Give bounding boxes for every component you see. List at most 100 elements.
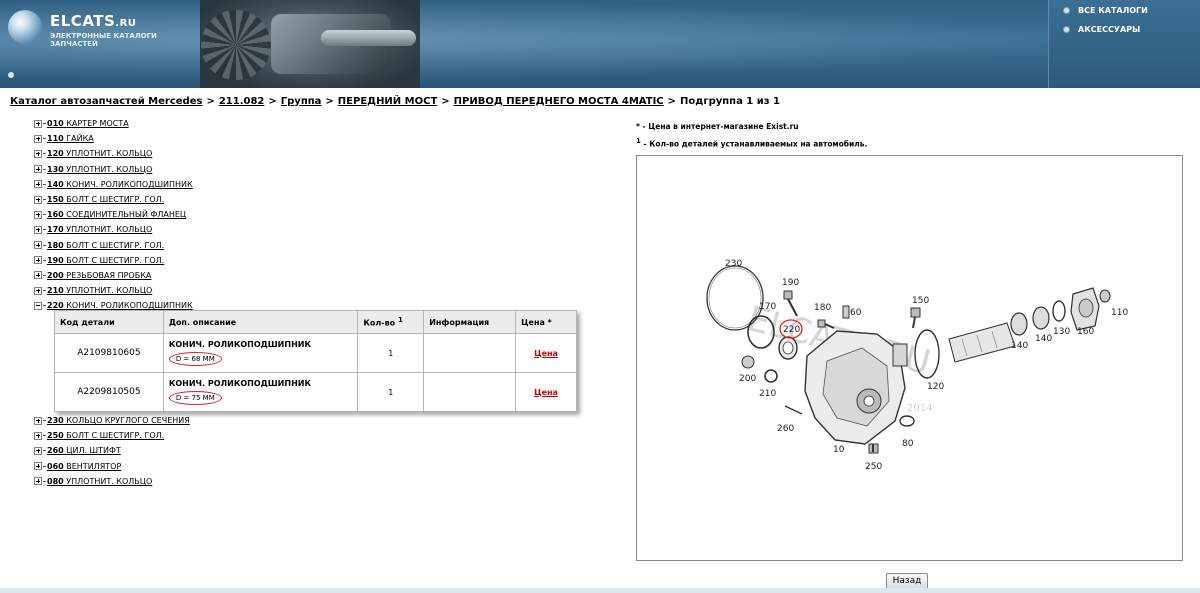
expand-icon[interactable] [34,225,42,234]
callout-180: 180 [814,303,831,313]
part-code: A2209810505 [54,372,164,412]
tree-item-250[interactable]: 250 БОЛТ С ШЕСТИГР. ГОЛ. [34,428,594,443]
tree-connector-icon [43,153,46,155]
engine-pipe-graphic [321,30,416,46]
price-link[interactable]: Цена [534,349,558,358]
callout-170: 170 [759,302,776,312]
tree-item-link[interactable]: 260 ЦИЛ. ШТИФТ [47,446,121,455]
tree-item-190[interactable]: 190 БОЛТ С ШЕСТИГР. ГОЛ. [34,253,594,268]
tree-item-010[interactable]: 010 КАРТЕР МОСТА [34,116,594,131]
tree-item-130[interactable]: 130 УПЛОТНИТ. КОЛЬЦО [34,162,594,177]
table-row: A2109810605 КОНИЧ. РОЛИКОПОДШИПНИК D = 6… [54,333,577,373]
expand-icon[interactable] [34,180,42,189]
expand-icon[interactable] [34,271,42,280]
tree-item-170[interactable]: 170 УПЛОТНИТ. КОЛЬЦО [34,222,594,237]
tree-item-link[interactable]: 190 БОЛТ С ШЕСТИГР. ГОЛ. [47,256,164,265]
bearing-140 [1032,306,1050,330]
bullet-icon [1063,7,1070,14]
expand-icon[interactable] [34,210,42,219]
tree-connector-icon [43,199,46,201]
tree-item-230[interactable]: 230 КОЛЬЦО КРУГЛОГО СЕЧЕНИЯ [34,413,594,428]
breadcrumb-front-axle[interactable]: ПЕРЕДНИЙ МОСТ [338,96,437,107]
tree-item-link[interactable]: 080 УПЛОТНИТ. КОЛЬЦО [47,477,152,486]
expand-icon[interactable] [34,286,42,295]
part-description: КОНИЧ. РОЛИКОПОДШИПНИК D = 75 MM [162,372,359,412]
bearing-140 [1010,312,1028,336]
collapse-icon[interactable] [34,301,42,310]
tree-item-210[interactable]: 210 УПЛОТНИТ. КОЛЬЦО [34,283,594,298]
tree-item-link[interactable]: 140 КОНИЧ. РОЛИКОПОДШИПНИК [47,180,193,189]
tree-item-link[interactable]: 250 БОЛТ С ШЕСТИГР. ГОЛ. [47,431,164,440]
tree-item-link[interactable]: 180 БОЛТ С ШЕСТИГР. ГОЛ. [47,241,164,250]
part-description: КОНИЧ. РОЛИКОПОДШИПНИК D = 68 MM [162,333,359,373]
breadcrumb-separator: > [667,96,677,107]
part-price-cell: Цена [515,333,577,373]
callout-10: 10 [833,445,845,455]
expand-icon[interactable] [34,165,42,174]
pinion-shaft [948,322,1016,363]
nav-all-catalogs[interactable]: ВСЕ КАТАЛОГИ [1063,6,1148,15]
tree-item-link[interactable]: 110 ГАЙКА [47,134,94,143]
nav-all-catalogs-label: ВСЕ КАТАЛОГИ [1078,6,1148,15]
tree-connector-icon [43,435,46,437]
price-link[interactable]: Цена [534,388,558,397]
col-header-info: Информация [423,310,517,334]
tree-item-180[interactable]: 180 БОЛТ С ШЕСТИГР. ГОЛ. [34,238,594,253]
tree-item-120[interactable]: 120 УПЛОТНИТ. КОЛЬЦО [34,146,594,161]
breadcrumb-4matic-drive[interactable]: ПРИВОД ПЕРЕДНЕГО МОСТА 4MATIC [454,96,664,107]
tree-item-110[interactable]: 110 ГАЙКА [34,131,594,146]
nut-110 [1099,289,1111,303]
vent-60 [842,305,850,319]
tree-item-link[interactable]: 200 РЕЗЬБОВАЯ ПРОБКА [47,271,151,280]
tree-item-150[interactable]: 150 БОЛТ С ШЕСТИГР. ГОЛ. [34,192,594,207]
tree-connector-icon [43,305,46,307]
expand-icon[interactable] [34,195,42,204]
tree-item-link[interactable]: 130 УПЛОТНИТ. КОЛЬЦО [47,165,152,174]
part-info [423,372,517,412]
expand-icon[interactable] [34,462,42,471]
tree-item-080[interactable]: 080 УПЛОТНИТ. КОЛЬЦО [34,474,594,489]
expand-icon[interactable] [34,416,42,425]
breadcrumb-model[interactable]: 211.082 [219,96,265,107]
tree-item-link[interactable]: 220 КОНИЧ. РОЛИКОПОДШИПНИК [47,301,193,310]
tree-item-140[interactable]: 140 КОНИЧ. РОЛИКОПОДШИПНИК [34,177,594,192]
expand-icon[interactable] [34,119,42,128]
pin-260 [784,405,803,415]
callout-210: 210 [759,389,776,399]
tree-connector-icon [43,259,46,261]
tree-item-link[interactable]: 060 ВЕНТИЛЯТОР [47,462,121,471]
tree-item-link[interactable]: 170 УПЛОТНИТ. КОЛЬЦО [47,225,152,234]
tree-connector-icon [43,244,46,246]
tree-item-link[interactable]: 230 КОЛЬЦО КРУГЛОГО СЕЧЕНИЯ [47,416,190,425]
tree-item-260[interactable]: 260 ЦИЛ. ШТИФТ [34,443,594,458]
tree-connector-icon [43,420,46,422]
expand-icon[interactable] [34,149,42,158]
bolt-150 [910,307,921,318]
col-header-qty: Кол-во 1 [357,310,425,334]
expand-icon[interactable] [34,446,42,455]
tree-connector-icon [43,465,46,467]
expand-icon[interactable] [34,256,42,265]
part-qty: 1 [357,333,425,373]
expand-icon[interactable] [34,241,42,250]
expand-icon[interactable] [34,431,42,440]
tree-item-link[interactable]: 150 БОЛТ С ШЕСТИГР. ГОЛ. [47,195,164,204]
callout-200: 200 [739,374,756,384]
tree-item-200[interactable]: 200 РЕЗЬБОВАЯ ПРОБКА [34,268,594,283]
callout-120: 120 [927,382,944,392]
tree-item-link[interactable]: 160 СОЕДИНИТЕЛЬНЫЙ ФЛАНЕЦ [47,210,186,219]
expand-icon[interactable] [34,477,42,486]
tree-item-160[interactable]: 160 СОЕДИНИТЕЛЬНЫЙ ФЛАНЕЦ [34,207,594,222]
tree-item-link[interactable]: 210 УПЛОТНИТ. КОЛЬЦО [47,286,152,295]
callout-60: 60 [850,308,862,318]
tree-item-link[interactable]: 120 УПЛОТНИТ. КОЛЬЦО [47,149,152,158]
part-price-cell: Цена [515,372,577,412]
breadcrumb-catalog[interactable]: Каталог автозапчастей Mercedes [10,96,202,107]
expand-icon[interactable] [34,134,42,143]
site-logo[interactable]: ELCATS.RU ЭЛЕКТРОННЫЕ КАТАЛОГИ ЗАПЧАСТЕЙ [8,8,188,48]
breadcrumb-group[interactable]: Группа [281,96,322,107]
ring-130 [1052,300,1066,322]
tree-item-060[interactable]: 060 ВЕНТИЛЯТОР [34,459,594,474]
tree-item-link[interactable]: 010 КАРТЕР МОСТА [47,119,129,128]
nav-accessories[interactable]: АКСЕССУАРЫ [1063,25,1140,34]
